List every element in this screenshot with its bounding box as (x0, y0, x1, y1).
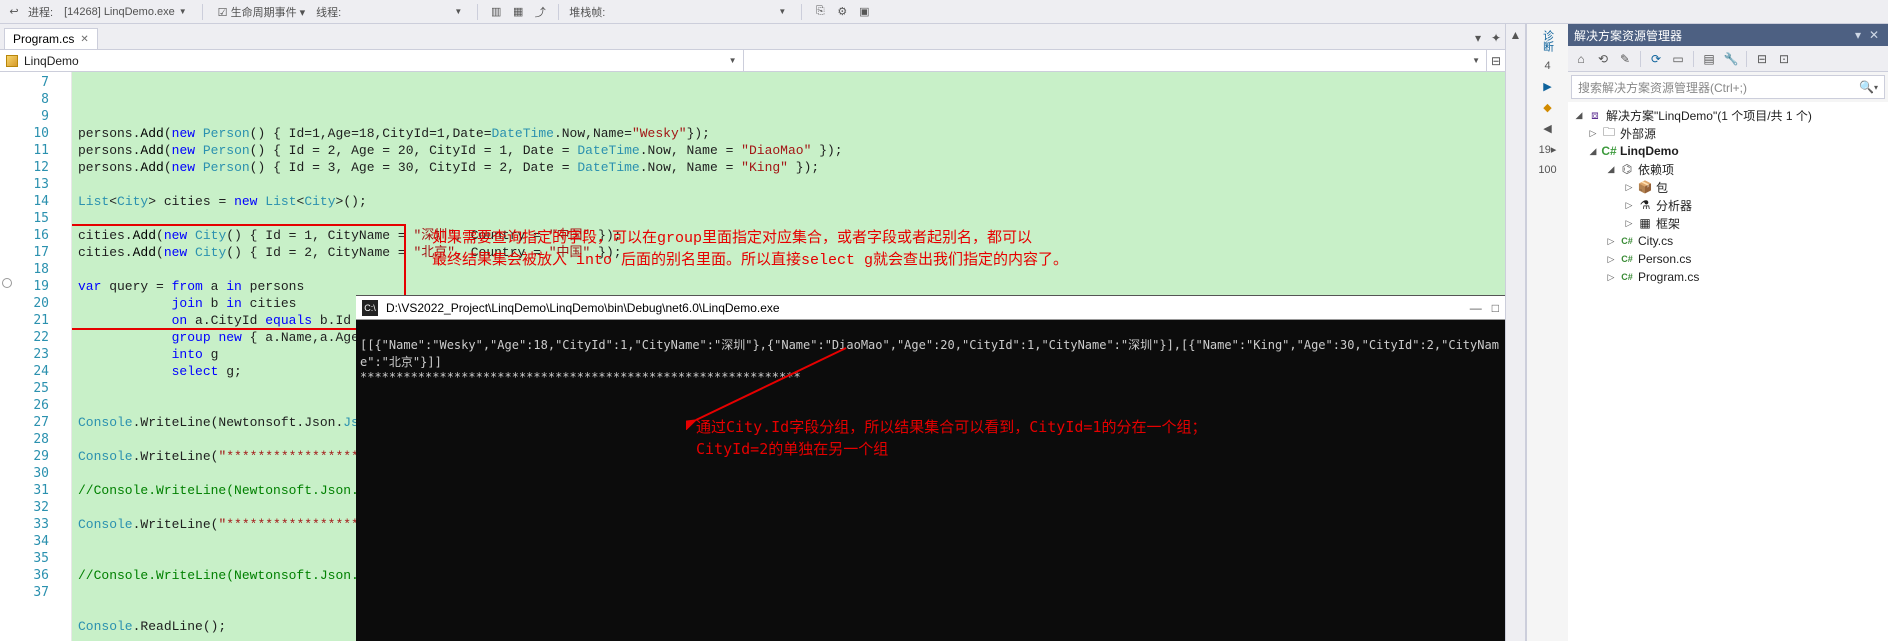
solution-icon: ⧈ (1588, 108, 1602, 122)
tab-options-icon[interactable]: ▾ (1469, 31, 1487, 49)
code-nav-bar: LinqDemo ▼ ▼ ⊟ (0, 50, 1505, 72)
thread-label: 线程: (316, 4, 341, 20)
stackframe-label: 堆栈帧: (569, 4, 605, 20)
tree-packages[interactable]: ▷📦 包 (1568, 178, 1888, 196)
breakpoint-margin-icon[interactable] (2, 278, 12, 288)
stackframe-dropdown[interactable]: ▼ (611, 5, 791, 18)
csharp-file-icon: C# (1620, 252, 1634, 266)
toolbar-icon[interactable]: ⎘ (812, 4, 828, 20)
external-icon: 🗀 (1602, 126, 1616, 140)
sync-icon[interactable]: ⟳ (1647, 50, 1665, 68)
tree-file-city[interactable]: ▷C# City.cs (1568, 232, 1888, 250)
diamond-icon: ◆ (1543, 101, 1551, 114)
solution-explorer-title[interactable]: 解决方案资源管理器 ▾ ✕ (1568, 24, 1888, 46)
line-number-gutter: 7891011121314151617181920212223242526272… (0, 72, 72, 641)
dropdown-icon[interactable]: ▾ (1850, 28, 1866, 42)
chevron-down-icon: ▼ (1472, 56, 1480, 65)
step-back-icon[interactable]: ↩ (6, 4, 22, 20)
toolbar-icon[interactable]: ▦ (510, 4, 526, 20)
analyzer-icon: ⚗ (1638, 198, 1652, 212)
solution-tree[interactable]: ◢⧈ 解决方案"LinqDemo"(1 个项目/共 1 个) ▷🗀 外部源 ◢C… (1568, 102, 1888, 641)
gear-icon[interactable]: ✦ (1487, 31, 1505, 49)
editor-tabbar: Program.cs ✕ ▾ ✦ (0, 24, 1505, 50)
split-icon[interactable]: ⊟ (1487, 54, 1505, 68)
expand-icon[interactable]: ▭ (1669, 50, 1687, 68)
dependencies-icon: ⌬ (1620, 162, 1634, 176)
toolbar-icon[interactable]: ⤴ (532, 4, 548, 20)
console-window: C:\ D:\VS2022_Project\LinqDemo\LinqDemo\… (356, 295, 1505, 641)
tree-solution-root[interactable]: ◢⧈ 解决方案"LinqDemo"(1 个项目/共 1 个) (1568, 106, 1888, 124)
console-output[interactable]: [[{"Name":"Wesky","Age":18,"CityId":1,"C… (356, 320, 1505, 641)
wand-icon[interactable]: ✎ (1616, 50, 1634, 68)
diagnostics-tab[interactable]: 诊断 (1540, 30, 1556, 52)
tree-external[interactable]: ▷🗀 外部源 (1568, 124, 1888, 142)
toolbar-icon[interactable]: ▣ (856, 4, 872, 20)
code-line[interactable]: persons.Add(new Person() { Id = 2, Age =… (78, 142, 1505, 159)
home-icon[interactable]: ⌂ (1572, 50, 1590, 68)
tree-frameworks[interactable]: ▷▦ 框架 (1568, 214, 1888, 232)
toolbar-icon[interactable]: ⚙ (834, 4, 850, 20)
code-line[interactable]: List<City> cities = new List<City>(); (78, 193, 1505, 210)
csharp-project-icon: C# (1602, 144, 1616, 158)
console-titlebar[interactable]: C:\ D:\VS2022_Project\LinqDemo\LinqDemo\… (356, 296, 1505, 320)
play-icon[interactable]: ▶ (1543, 80, 1551, 93)
tree-file-program[interactable]: ▷C# Program.cs (1568, 268, 1888, 286)
nav-up-icon[interactable]: ▲ (1510, 28, 1522, 42)
process-dropdown[interactable]: [14268] LinqDemo.exe ▼ (59, 4, 192, 20)
csharp-file-icon: C# (1620, 270, 1634, 284)
diagnostics-margin: 诊断 4 ▶ ◆ ◀ 19▸ 100 (1526, 24, 1568, 641)
search-icon: 🔍 (1859, 80, 1874, 94)
chevron-down-icon: ▾ (1874, 83, 1878, 92)
lifecycle-dropdown[interactable]: ☑ 生命周期事件 ▾ (213, 2, 311, 22)
code-line[interactable]: var query = from a in persons (78, 278, 1505, 295)
maximize-icon[interactable]: □ (1492, 301, 1499, 315)
member-dropdown[interactable]: ▼ (744, 50, 1488, 71)
package-icon: 📦 (1638, 180, 1652, 194)
debug-toolbar: ↩ 进程: [14268] LinqDemo.exe ▼ ☑ 生命周期事件 ▾ … (0, 0, 1888, 24)
collapse-icon[interactable]: ⊟ (1753, 50, 1771, 68)
minimize-icon[interactable]: — (1470, 301, 1482, 315)
console-icon: C:\ (362, 300, 378, 316)
solution-search[interactable]: 搜索解决方案资源管理器(Ctrl+;) 🔍 ▾ (1571, 75, 1885, 99)
code-line[interactable]: persons.Add(new Person() { Id=1,Age=18,C… (78, 125, 1505, 142)
framework-icon: ▦ (1638, 216, 1652, 230)
chevron-down-icon: ▼ (729, 56, 737, 65)
console-path: D:\VS2022_Project\LinqDemo\LinqDemo\bin\… (386, 301, 780, 315)
close-icon[interactable]: ✕ (80, 34, 88, 45)
tree-file-person[interactable]: ▷C# Person.cs (1568, 250, 1888, 268)
code-line[interactable] (78, 176, 1505, 193)
view-icon[interactable]: ⊡ (1775, 50, 1793, 68)
back-icon[interactable]: ◀ (1543, 122, 1551, 135)
code-line[interactable]: cities.Add(new City() { Id = 2, CityName… (78, 244, 1505, 261)
close-icon[interactable]: ✕ (1866, 28, 1882, 42)
project-context-dropdown[interactable]: LinqDemo ▼ (0, 50, 744, 71)
tree-analyzers[interactable]: ▷⚗ 分析器 (1568, 196, 1888, 214)
code-line[interactable]: persons.Add(new Person() { Id = 3, Age =… (78, 159, 1505, 176)
tree-dependencies[interactable]: ◢⌬ 依赖项 (1568, 160, 1888, 178)
properties-icon[interactable]: 🔧 (1722, 50, 1740, 68)
code-editor[interactable]: 7891011121314151617181920212223242526272… (0, 72, 1505, 641)
editor-scroll-tools: ▲ (1506, 24, 1526, 641)
code-line[interactable] (78, 261, 1505, 278)
csharp-file-icon: C# (1620, 234, 1634, 248)
code-line[interactable] (78, 210, 1505, 227)
chevron-down-icon: ▼ (179, 7, 187, 16)
thread-dropdown[interactable]: ▼ (347, 5, 467, 18)
code-line[interactable]: cities.Add(new City() { Id = 1, CityName… (78, 227, 1505, 244)
back-icon[interactable]: ⟲ (1594, 50, 1612, 68)
project-icon (6, 55, 18, 67)
toolbar-icon[interactable]: ▥ (488, 4, 504, 20)
tree-project[interactable]: ◢C# LinqDemo (1568, 142, 1888, 160)
solution-toolbar: ⌂ ⟲ ✎ ⟳ ▭ ▤ 🔧 ⊟ ⊡ (1568, 46, 1888, 72)
annotation-text-2: 通过City.Id字段分组，所以结果集合可以看到，CityId=1的分在一个组；… (696, 416, 1206, 460)
tab-program-cs[interactable]: Program.cs ✕ (4, 28, 98, 49)
solution-explorer: 解决方案资源管理器 ▾ ✕ ⌂ ⟲ ✎ ⟳ ▭ ▤ 🔧 ⊟ ⊡ 搜索解决方案资 (1568, 24, 1888, 641)
show-all-icon[interactable]: ▤ (1700, 50, 1718, 68)
process-label: 进程: (28, 4, 53, 20)
